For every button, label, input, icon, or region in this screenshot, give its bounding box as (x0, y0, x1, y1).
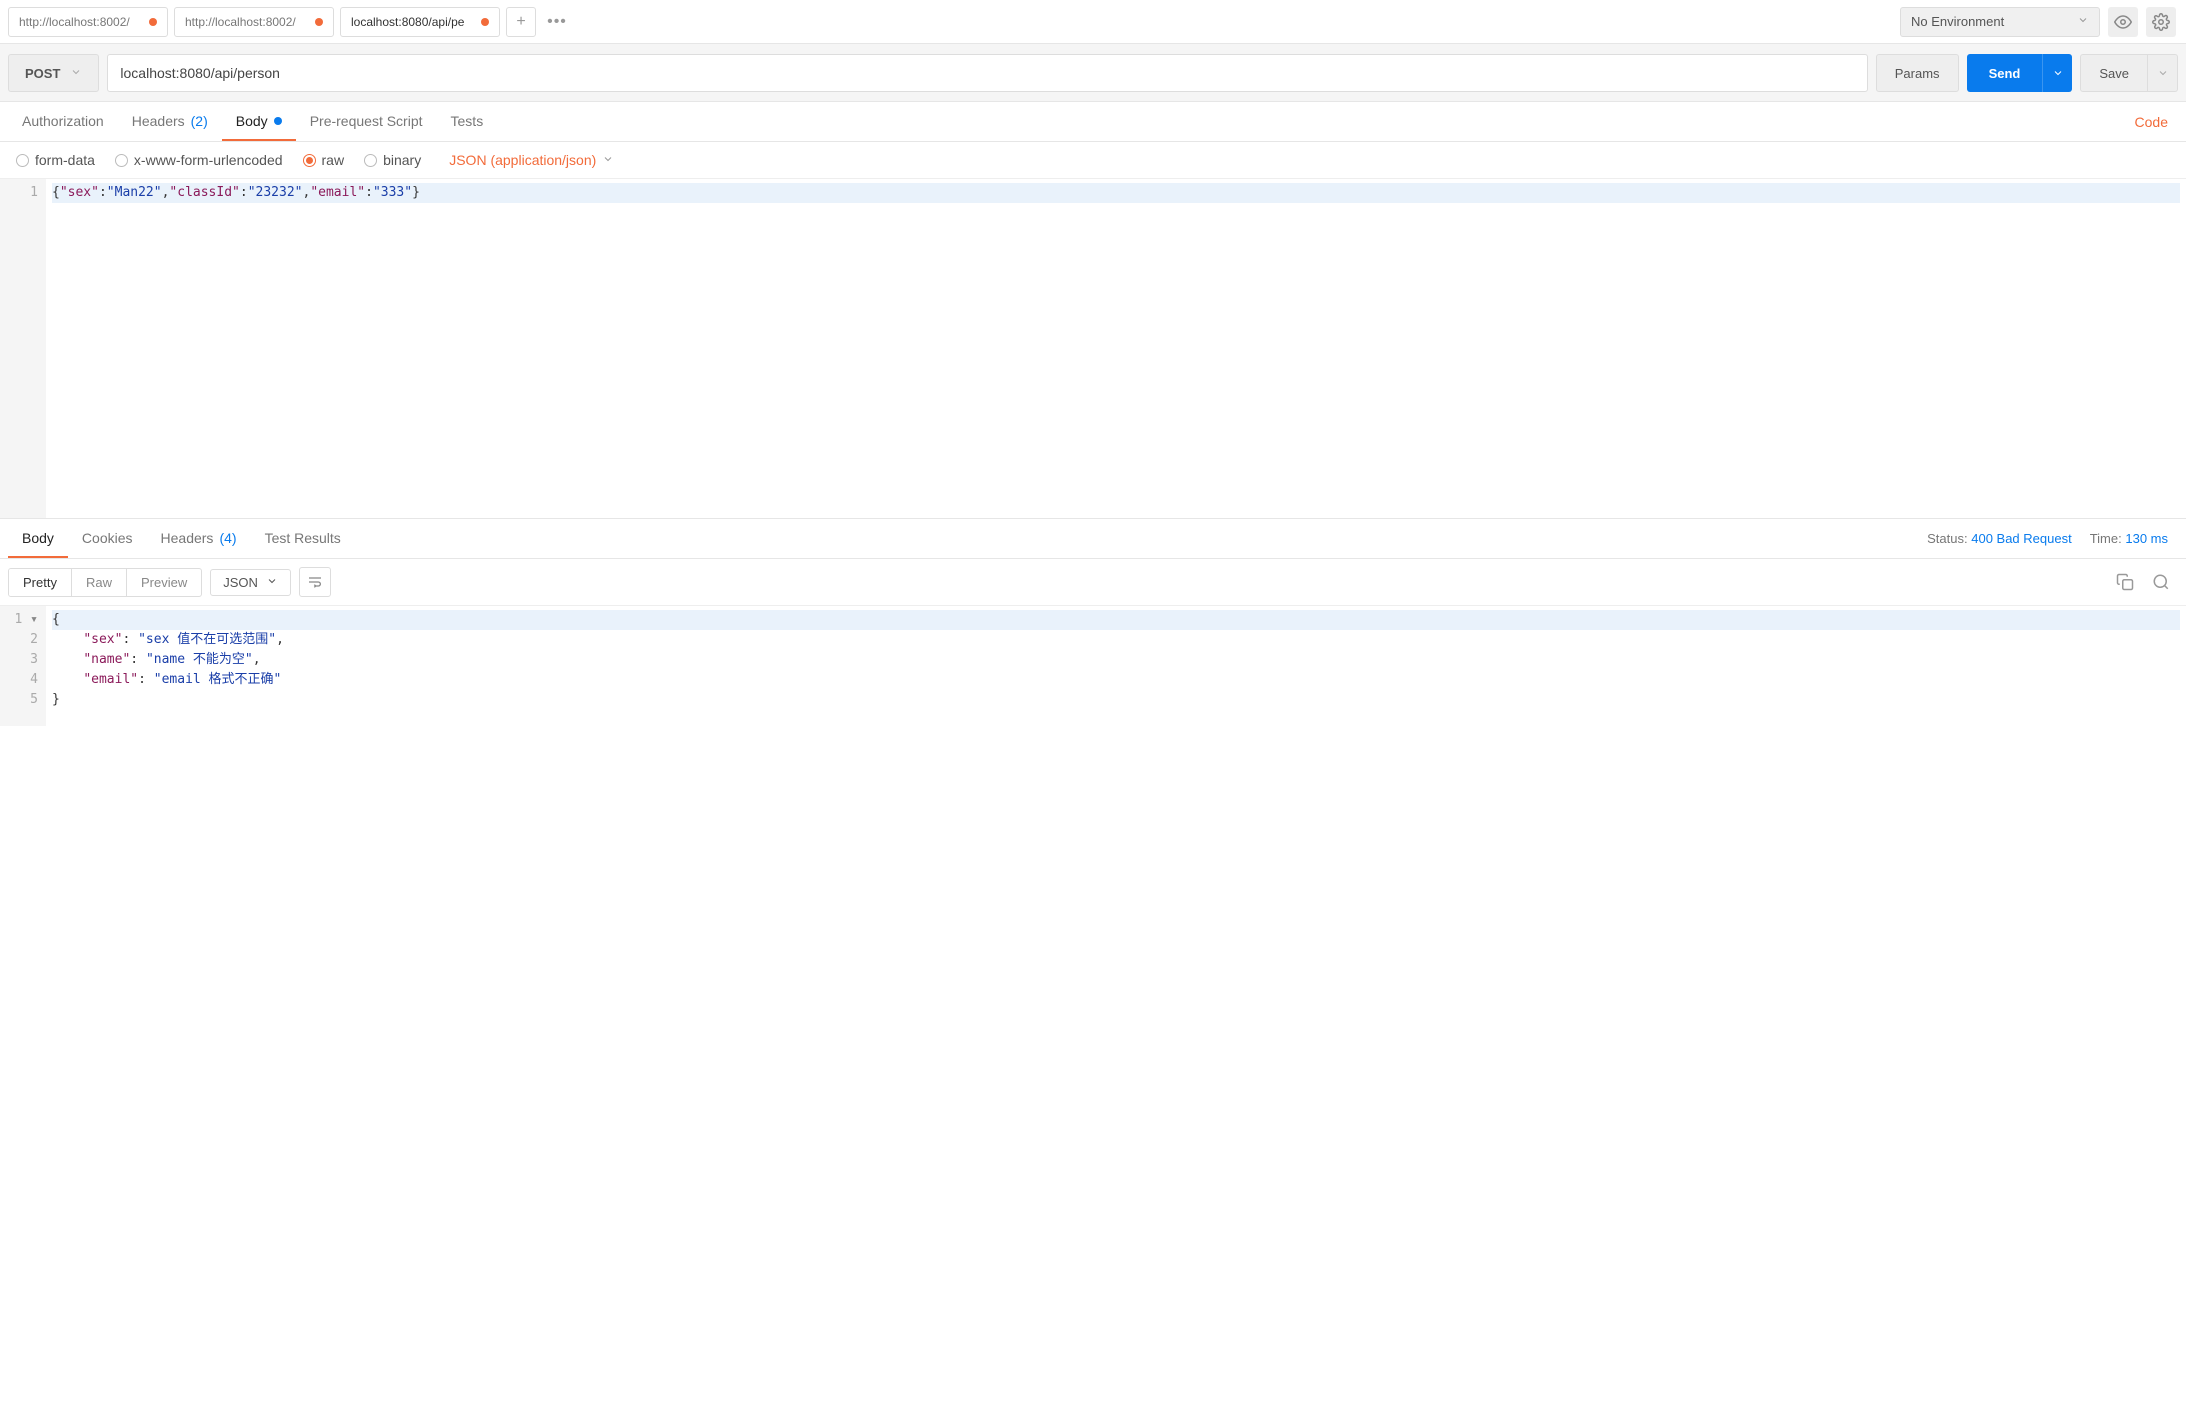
tab-2[interactable]: localhost:8080/api/pe (340, 7, 500, 37)
search-response-button[interactable] (2148, 569, 2174, 595)
headers-count-badge: (2) (191, 113, 208, 129)
radio-icon (115, 154, 128, 167)
response-format-select[interactable]: JSON (210, 569, 291, 596)
response-body-viewer[interactable]: 1 ▾ 2 3 4 5 { "sex": "sex 值不在可选范围", "nam… (0, 606, 2186, 726)
copy-response-button[interactable] (2112, 569, 2138, 595)
http-method-label: POST (25, 66, 60, 81)
response-code-content: { "sex": "sex 值不在可选范围", "name": "name 不能… (46, 606, 2186, 726)
code-line: { (52, 610, 2180, 630)
save-dropdown-button[interactable] (2148, 54, 2178, 92)
send-dropdown-button[interactable] (2042, 54, 2072, 92)
dirty-dot-icon (481, 18, 489, 26)
radio-icon (16, 154, 29, 167)
tab-1[interactable]: http://localhost:8002/ (174, 7, 334, 37)
chevron-down-icon (2077, 14, 2089, 29)
tab-0-label: http://localhost:8002/ (19, 15, 130, 29)
view-pretty-button[interactable]: Pretty (9, 569, 71, 596)
response-headers-count: (4) (219, 530, 236, 546)
response-tab-cookies[interactable]: Cookies (68, 519, 147, 558)
request-body-editor[interactable]: 1 {"sex":"Man22","classId":"23232","emai… (0, 179, 2186, 519)
response-gutter: 1 ▾ 2 3 4 5 (0, 606, 46, 726)
response-tab-body[interactable]: Body (8, 519, 68, 558)
chevron-down-icon (266, 575, 278, 590)
response-tab-headers[interactable]: Headers (4) (147, 519, 251, 558)
code-line: {"sex":"Man22","classId":"23232","email"… (52, 183, 2180, 203)
tab-tests[interactable]: Tests (437, 102, 498, 141)
body-type-urlencoded[interactable]: x-www-form-urlencoded (115, 152, 283, 168)
settings-button[interactable] (2146, 7, 2176, 37)
response-status: Status: 400 Bad Request (1927, 531, 2072, 546)
response-tab-test-results[interactable]: Test Results (251, 519, 355, 558)
code-line: } (52, 690, 2180, 710)
tab-headers[interactable]: Headers (2) (118, 102, 222, 141)
tab-pre-request-script[interactable]: Pre-request Script (296, 102, 437, 141)
request-url-input[interactable] (107, 54, 1867, 92)
view-preview-button[interactable]: Preview (126, 569, 201, 596)
radio-selected-icon (303, 154, 316, 167)
editor-content[interactable]: {"sex":"Man22","classId":"23232","email"… (46, 179, 2186, 518)
modified-dot-icon (274, 117, 282, 125)
send-button[interactable]: Send (1967, 54, 2043, 92)
radio-icon (364, 154, 377, 167)
code-line: "email": "email 格式不正确" (52, 670, 2180, 690)
body-type-form-data[interactable]: form-data (16, 152, 95, 168)
dirty-dot-icon (315, 18, 323, 26)
content-type-select[interactable]: JSON (application/json) (449, 152, 614, 168)
environment-label: No Environment (1911, 14, 2004, 29)
tab-0[interactable]: http://localhost:8002/ (8, 7, 168, 37)
body-type-raw[interactable]: raw (303, 152, 345, 168)
preview-environment-button[interactable] (2108, 7, 2138, 37)
tab-authorization[interactable]: Authorization (8, 102, 118, 141)
generate-code-link[interactable]: Code (2135, 114, 2178, 130)
new-tab-button[interactable]: + (506, 7, 536, 37)
view-raw-button[interactable]: Raw (71, 569, 126, 596)
environment-select[interactable]: No Environment (1900, 7, 2100, 37)
chevron-down-icon (70, 66, 82, 81)
tab-body[interactable]: Body (222, 102, 296, 141)
tab-overflow-button[interactable]: ••• (542, 7, 572, 37)
dirty-dot-icon (149, 18, 157, 26)
params-button[interactable]: Params (1876, 54, 1959, 92)
http-method-select[interactable]: POST (8, 54, 99, 92)
response-view-mode: Pretty Raw Preview (8, 568, 202, 597)
code-line: "name": "name 不能为空", (52, 650, 2180, 670)
response-time: Time: 130 ms (2090, 531, 2168, 546)
toggle-wrap-button[interactable] (299, 567, 331, 597)
fold-arrow-icon[interactable]: ▾ (22, 612, 38, 627)
body-type-binary[interactable]: binary (364, 152, 421, 168)
chevron-down-icon (602, 152, 614, 168)
editor-gutter: 1 (0, 179, 46, 518)
save-button[interactable]: Save (2080, 54, 2148, 92)
tab-1-label: http://localhost:8002/ (185, 15, 296, 29)
code-line: "sex": "sex 值不在可选范围", (52, 630, 2180, 650)
tab-2-label: localhost:8080/api/pe (351, 15, 464, 29)
